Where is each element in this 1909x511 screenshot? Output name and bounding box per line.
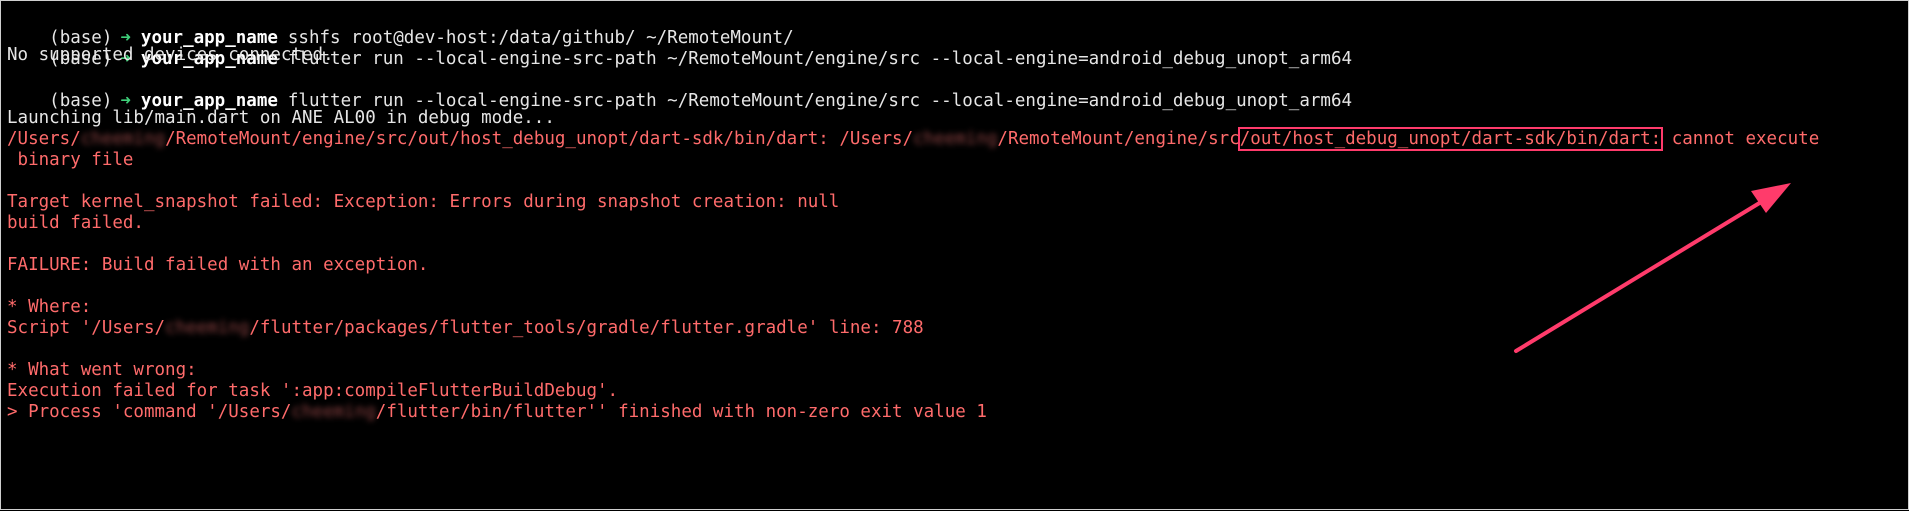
annotation-arrow-icon [1514,183,1791,353]
terminal-window[interactable]: (base) ➜ your_app_name sshfs root@dev-host:… [0,0,1909,510]
